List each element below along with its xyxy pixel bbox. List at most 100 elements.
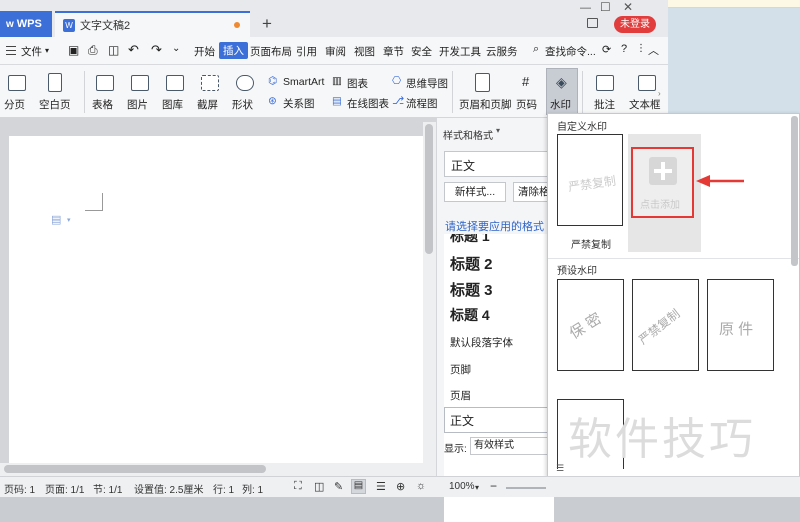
status-col: 列: 1 bbox=[242, 485, 264, 496]
relation-button[interactable]: 关系图 bbox=[283, 96, 315, 111]
blank-page-button[interactable]: 空白页 bbox=[39, 97, 71, 112]
style-item-default-font[interactable]: 默认段落字体 bbox=[450, 335, 513, 350]
eye-protect-icon[interactable]: ☼ bbox=[416, 480, 426, 492]
zoom-chevron-icon[interactable]: ▾ bbox=[475, 483, 479, 492]
document-tab[interactable]: W 文字文稿2 bbox=[55, 11, 250, 37]
panel-scroll-thumb[interactable] bbox=[791, 116, 798, 266]
picture-button[interactable]: 图片 bbox=[127, 97, 148, 112]
shape-button[interactable]: 形状 bbox=[232, 97, 253, 112]
preset-watermark-no-copy[interactable]: 严禁复制 bbox=[632, 279, 699, 371]
login-button[interactable]: 未登录 bbox=[614, 16, 656, 33]
tab-view[interactable]: 视图 bbox=[354, 44, 375, 59]
add-watermark-button[interactable]: 点击添加 bbox=[631, 147, 694, 218]
show-select[interactable]: 有效样式 bbox=[470, 437, 554, 455]
header-footer-button[interactable]: 页眉和页脚 bbox=[459, 97, 512, 112]
tab-cloud[interactable]: 云服务 bbox=[486, 44, 518, 59]
preset-watermark-original[interactable]: 原 件 bbox=[707, 279, 774, 371]
style-item-normal-selected[interactable]: 正文 bbox=[444, 407, 554, 433]
ribbon-scroll-right-icon[interactable]: › bbox=[658, 89, 661, 98]
styles-pane-menu-icon[interactable]: ▾ bbox=[496, 126, 500, 135]
print-preview-icon[interactable]: ◫ bbox=[108, 43, 119, 57]
preset-watermark-confidential[interactable]: 保 密 bbox=[557, 279, 624, 371]
screenshot-button[interactable]: 截屏 bbox=[197, 97, 218, 112]
save-icon[interactable]: ▣ bbox=[68, 43, 79, 57]
custom-watermark-card[interactable]: 严禁复制 bbox=[557, 134, 623, 226]
minimize-icon[interactable]: — bbox=[580, 2, 591, 14]
watermark-button[interactable]: ◈ 水印 bbox=[546, 68, 578, 115]
zoom-out-icon[interactable]: − bbox=[490, 479, 497, 493]
quick-access-more-icon[interactable]: ⌄ bbox=[172, 43, 180, 54]
help-icon[interactable]: ? bbox=[621, 43, 627, 55]
new-tab-button[interactable]: + bbox=[262, 14, 272, 34]
file-chevron-icon[interactable]: ▾ bbox=[45, 46, 49, 55]
table-button[interactable]: 表格 bbox=[92, 97, 113, 112]
smartart-button[interactable]: SmartArt bbox=[283, 76, 324, 88]
document-page[interactable]: ▤ ▾ bbox=[9, 136, 423, 463]
margin-marker bbox=[85, 193, 103, 211]
page-break-button[interactable]: 分页 bbox=[4, 97, 25, 112]
redo-icon[interactable]: ↷ bbox=[151, 42, 162, 58]
add-icon bbox=[649, 157, 677, 185]
print-icon[interactable]: ⎙ bbox=[88, 43, 98, 58]
preset-confidential-text: 保 密 bbox=[566, 310, 605, 343]
more-icon[interactable]: ⋮ bbox=[636, 43, 646, 54]
zoom-level[interactable]: 100% bbox=[449, 481, 475, 492]
status-row: 行: 1 bbox=[213, 485, 235, 496]
search-icon[interactable]: ⌕ bbox=[533, 43, 539, 56]
mindmap-button[interactable]: 思维导图 bbox=[406, 76, 448, 91]
sync-icon[interactable]: ⟳ bbox=[602, 43, 611, 56]
tab-insert[interactable]: 插入 bbox=[219, 42, 248, 59]
chart-button[interactable]: 图表 bbox=[347, 76, 368, 91]
style-item-heading-4[interactable]: 标题 4 bbox=[450, 305, 490, 325]
style-item-heading-2[interactable]: 标题 2 bbox=[450, 253, 493, 274]
gallery-button[interactable]: 图库 bbox=[162, 97, 183, 112]
flowchart-button[interactable]: 流程图 bbox=[406, 96, 438, 111]
fullscreen-icon[interactable]: ⛶ bbox=[294, 480, 302, 493]
command-search[interactable]: 查找命令... bbox=[545, 44, 596, 59]
tab-page-layout[interactable]: 页面布局 bbox=[250, 44, 292, 59]
textbox-button[interactable]: 文本框 bbox=[629, 97, 661, 112]
tab-security[interactable]: 安全 bbox=[411, 44, 432, 59]
panel-footer-icon[interactable]: ☰ bbox=[556, 463, 564, 474]
style-item-normal: 正文 bbox=[450, 414, 475, 428]
tab-review[interactable]: 审阅 bbox=[325, 44, 346, 59]
red-arrow-icon bbox=[696, 175, 744, 187]
style-item-heading-1[interactable]: 标题 1 bbox=[450, 234, 490, 246]
current-style-box[interactable]: 正文 bbox=[444, 151, 554, 177]
style-item-heading-3[interactable]: 标题 3 bbox=[450, 279, 493, 300]
tab-developer[interactable]: 开发工具 bbox=[439, 44, 481, 59]
page-view-icon[interactable]: ▤ bbox=[351, 479, 366, 494]
outline-view-icon[interactable]: ☰ bbox=[376, 480, 386, 493]
style-item-footer[interactable]: 页脚 bbox=[450, 362, 471, 377]
file-menu[interactable]: 文件 bbox=[21, 44, 42, 59]
preset-watermark-heading: 预设水印 bbox=[557, 266, 597, 277]
online-chart-button[interactable]: 在线图表 bbox=[347, 96, 389, 111]
textbox-icon bbox=[638, 75, 656, 91]
reading-view-icon[interactable]: ◫ bbox=[314, 480, 324, 493]
zoom-slider[interactable] bbox=[506, 487, 546, 489]
paste-options-chevron-icon[interactable]: ▾ bbox=[67, 216, 71, 224]
header-footer-icon bbox=[475, 73, 490, 92]
collapse-ribbon-icon[interactable]: ︿ bbox=[648, 42, 659, 58]
gallery-icon bbox=[166, 75, 184, 91]
wps-logo-label: WPS bbox=[16, 18, 42, 30]
tab-start[interactable]: 开始 bbox=[194, 44, 215, 59]
comment-button[interactable]: 批注 bbox=[594, 97, 615, 112]
wps-logo-button[interactable]: ᴡ WPS bbox=[0, 11, 52, 37]
window-layout-icon[interactable] bbox=[587, 18, 598, 28]
paste-options-icon[interactable]: ▤ bbox=[51, 213, 61, 226]
tab-chapter[interactable]: 章节 bbox=[383, 44, 404, 59]
close-icon[interactable]: ✕ bbox=[623, 0, 633, 14]
vertical-scroll-thumb[interactable] bbox=[425, 124, 433, 254]
hamburger-icon[interactable] bbox=[6, 46, 16, 55]
page-number-button[interactable]: 页码 bbox=[516, 97, 537, 112]
maximize-icon[interactable]: ☐ bbox=[600, 0, 611, 14]
web-view-icon[interactable]: ⊕ bbox=[396, 480, 405, 493]
tab-reference[interactable]: 引用 bbox=[296, 44, 317, 59]
undo-icon[interactable]: ↶ bbox=[128, 42, 139, 58]
chart-icon: ▥ bbox=[332, 75, 342, 87]
horizontal-scroll-thumb[interactable] bbox=[4, 465, 266, 473]
pen-icon[interactable]: ✎ bbox=[334, 480, 343, 493]
new-style-button[interactable]: 新样式... bbox=[444, 182, 506, 202]
style-item-header[interactable]: 页眉 bbox=[450, 388, 471, 403]
